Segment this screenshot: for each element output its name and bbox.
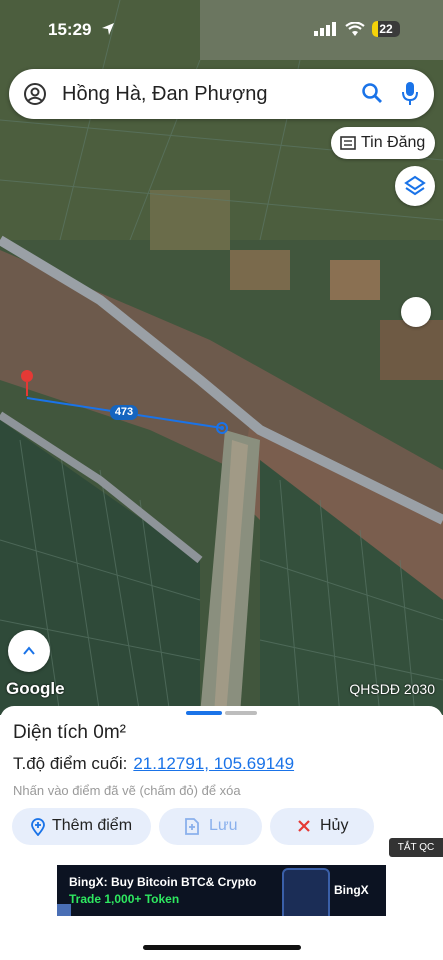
map-control-dot[interactable] <box>401 297 431 327</box>
close-icon <box>298 820 310 832</box>
page-indicator-inactive[interactable] <box>225 711 257 715</box>
search-icon[interactable] <box>361 82 383 104</box>
add-point-label: Thêm điểm <box>52 817 133 834</box>
ad-badge <box>57 904 71 916</box>
ad-headline: BingX: Buy Bitcoin BTC& Crypto <box>69 875 257 889</box>
battery-indicator: 22 <box>372 21 400 37</box>
tin-dang-label: Tin Đăng <box>361 134 426 151</box>
endpoint-coordinates-link[interactable]: 21.12791, 105.69149 <box>133 754 294 773</box>
save-label: Lưu <box>209 817 238 834</box>
ad-brand: BingX <box>334 883 369 897</box>
ad-phone-image <box>282 868 330 916</box>
location-arrow-icon <box>102 23 114 35</box>
area-label: Diện tích <box>13 722 88 743</box>
delete-hint: Nhấn vào điểm đã vẽ (chấm đỏ) để xóa <box>13 783 241 798</box>
microphone-icon[interactable] <box>401 81 419 107</box>
close-ad-button[interactable]: TẮT QC <box>389 838 443 857</box>
save-icon <box>185 818 199 835</box>
account-icon[interactable] <box>23 82 47 106</box>
page-indicator-active[interactable] <box>186 711 222 715</box>
listing-icon <box>340 136 356 150</box>
clock: 15:29 <box>48 20 92 39</box>
cellular-signal-icon <box>314 22 336 36</box>
endpoint-label: T.độ điểm cuối: <box>13 754 128 773</box>
add-point-button[interactable]: Thêm điểm <box>12 808 151 845</box>
chevron-up-icon <box>23 646 35 655</box>
expand-panel-button[interactable] <box>8 630 50 672</box>
tin-dang-button[interactable]: Tin Đăng <box>331 127 435 159</box>
ad-banner[interactable]: BingX: Buy Bitcoin BTC& Crypto Trade 1,0… <box>57 865 386 916</box>
search-bar[interactable]: Hồng Hà, Đan Phượng <box>9 69 434 119</box>
cancel-label: Hủy <box>320 817 349 834</box>
road-number-label: 473 <box>114 406 134 418</box>
map-layers-button[interactable] <box>395 166 435 206</box>
area-readout: Diện tích 0m² <box>13 722 126 744</box>
home-indicator[interactable] <box>143 945 301 950</box>
start-point-marker <box>21 370 33 382</box>
search-query[interactable]: Hồng Hà, Đan Phượng <box>62 83 268 106</box>
cancel-button[interactable]: Hủy <box>270 808 374 845</box>
map-layer-name: QHSDĐ 2030 <box>349 681 435 697</box>
save-button[interactable]: Lưu <box>159 808 262 845</box>
add-location-icon <box>31 818 45 836</box>
endpoint-readout: T.độ điểm cuối: 21.12791, 105.69149 <box>13 754 294 774</box>
area-value: 0m² <box>93 722 126 743</box>
status-bar: 15:29 22 <box>0 0 443 60</box>
google-logo: Google <box>6 679 65 698</box>
layers-icon <box>404 175 426 196</box>
battery-level: 22 <box>379 22 393 36</box>
measure-panel: Diện tích 0m² T.độ điểm cuối: 21.12791, 1… <box>0 706 443 960</box>
wifi-icon <box>345 22 365 36</box>
ad-subline: Trade 1,000+ Token <box>69 892 180 906</box>
